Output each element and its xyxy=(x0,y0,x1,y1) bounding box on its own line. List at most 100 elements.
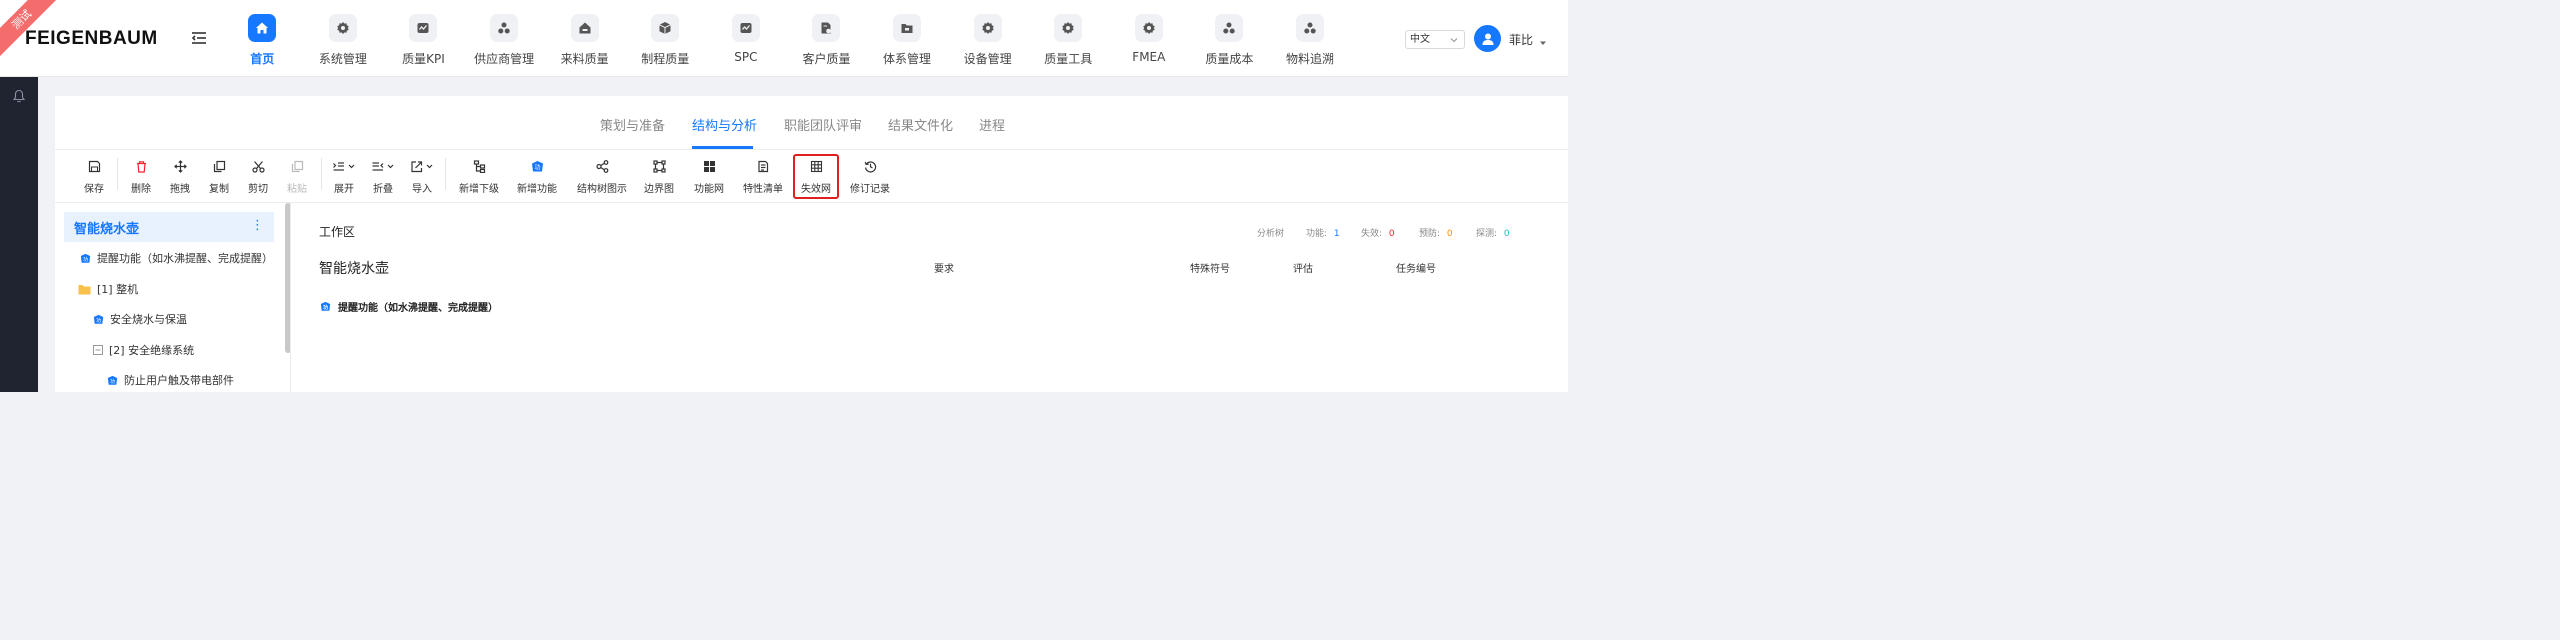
nav-item-equipment[interactable]: 设备管理 xyxy=(947,0,1028,77)
boundary-diagram-label: 边界图 xyxy=(644,184,674,195)
failure-count-value: 0 xyxy=(1388,229,1395,239)
collapse-label: 折叠 xyxy=(373,184,393,195)
expand-button[interactable]: 展开 xyxy=(330,151,358,203)
add-child-label: 新增下级 xyxy=(459,184,499,195)
add-function-button[interactable]: 功 新增功能 xyxy=(513,151,561,203)
more-vertical-icon[interactable]: ⋮ xyxy=(251,218,264,233)
doc-icon xyxy=(812,14,841,42)
username[interactable]: 菲比 xyxy=(1509,31,1533,48)
workspace-row[interactable]: 功 提醒功能（如水沸提醒、完成提醒） xyxy=(320,299,498,314)
gear-icon xyxy=(328,14,357,42)
nav-item-system[interactable]: 系统管理 xyxy=(303,0,384,77)
tab-documentation[interactable]: 结果文件化 xyxy=(888,115,953,134)
tab-structure-analysis[interactable]: 结构与分析 xyxy=(692,115,757,134)
user-icon xyxy=(1482,33,1493,45)
bell-icon[interactable] xyxy=(12,88,26,107)
delete-button[interactable]: 删除 xyxy=(128,151,154,203)
revision-history-button[interactable]: 修订记录 xyxy=(850,151,890,203)
nav-item-spc[interactable]: SPC xyxy=(706,0,787,77)
menu-toggle-icon[interactable] xyxy=(190,29,208,47)
gear-icon xyxy=(973,14,1002,42)
svg-text:功: 功 xyxy=(83,256,88,263)
chevron-down-icon xyxy=(1449,34,1459,51)
tab-team-review[interactable]: 职能团队评审 xyxy=(784,115,862,134)
tree-node[interactable]: [2] 安全绝缘系统 xyxy=(93,340,194,360)
cluster-icon xyxy=(1215,14,1244,42)
function-icon: 功 xyxy=(107,375,118,386)
tree-root-item[interactable]: 智能烧水壶 ⋮ xyxy=(64,212,274,242)
nav-label: 质量KPI xyxy=(402,52,445,66)
boundary-diagram-button[interactable]: 边界图 xyxy=(641,151,677,203)
nav-item-supplier[interactable]: 供应商管理 xyxy=(464,0,545,77)
cut-button[interactable]: 剪切 xyxy=(245,151,271,203)
gear-icon xyxy=(1054,14,1083,42)
tree-node[interactable]: 功 提醒功能（如水沸提醒、完成提醒） xyxy=(80,248,273,268)
paste-button[interactable]: 粘贴 xyxy=(284,151,310,203)
paste-icon xyxy=(291,158,304,174)
copy-button[interactable]: 复制 xyxy=(206,151,232,203)
nav-item-traceability[interactable]: 物料追溯 xyxy=(1270,0,1351,77)
nav-label: 质量成本 xyxy=(1205,52,1254,66)
gear-icon xyxy=(1134,14,1163,42)
expand-icon xyxy=(332,158,356,174)
nav-item-system-mgmt[interactable]: 体系管理 xyxy=(867,0,948,77)
nav-label: 体系管理 xyxy=(883,52,932,66)
tree-root-label: 智能烧水壶 xyxy=(74,222,140,237)
delete-label: 删除 xyxy=(131,184,151,195)
add-function-label: 新增功能 xyxy=(517,184,557,195)
nav-item-quality-tools[interactable]: 质量工具 xyxy=(1028,0,1109,77)
function-icon: 功 xyxy=(320,301,331,312)
caret-down-icon[interactable] xyxy=(1538,33,1548,52)
tree-node[interactable]: 功 防止用户触及带电部件 xyxy=(107,370,234,390)
nav-item-incoming[interactable]: 来料质量 xyxy=(544,0,625,77)
tree-node[interactable]: [1] 整机 xyxy=(78,279,138,299)
save-button[interactable]: 保存 xyxy=(81,151,107,203)
nav-item-quality-kpi[interactable]: 质量KPI xyxy=(383,0,464,77)
function-net-button[interactable]: 功能网 xyxy=(691,151,727,203)
collapse-button[interactable]: 折叠 xyxy=(369,151,397,203)
language-select[interactable]: 中文 xyxy=(1405,30,1465,49)
save-label: 保存 xyxy=(84,184,104,195)
copy-label: 复制 xyxy=(209,184,229,195)
add-child-button[interactable]: 新增下级 xyxy=(455,151,503,203)
brand-logo[interactable]: FEIGENBAUM xyxy=(25,28,158,50)
cluster-icon xyxy=(490,14,519,42)
column-requirement: 要求 xyxy=(934,264,954,275)
function-count: 功能: 1 xyxy=(1306,226,1340,239)
nav-label: 来料质量 xyxy=(560,52,609,66)
characteristics-list-button[interactable]: 特性清单 xyxy=(741,151,785,203)
function-count-value: 1 xyxy=(1333,229,1340,239)
step-tabs: 策划与准备 结构与分析 职能团队评审 结果文件化 进程 xyxy=(55,96,1568,150)
nav-label: 设备管理 xyxy=(963,52,1012,66)
collapse-box-icon[interactable] xyxy=(93,345,103,355)
structure-tree-button[interactable]: 结构树图示 xyxy=(574,151,630,203)
nav-item-quality-cost[interactable]: 质量成本 xyxy=(1189,0,1270,77)
nav-label: 供应商管理 xyxy=(474,52,535,66)
toolbar: 保存 删除 拖拽 复制 剪切 粘贴 展开 折叠 导入 新增下级 功 新增功能 结… xyxy=(55,151,1568,203)
nav-item-home[interactable]: 首页 xyxy=(222,0,303,77)
revision-history-label: 修订记录 xyxy=(850,184,890,195)
expand-label: 展开 xyxy=(334,184,354,195)
analysis-tree-label[interactable]: 分析树 xyxy=(1257,226,1284,239)
column-special-symbol: 特殊符号 xyxy=(1190,264,1230,275)
nav-label: FMEA xyxy=(1132,50,1166,64)
nav-item-fmea[interactable]: FMEA xyxy=(1109,0,1190,77)
nav-item-process[interactable]: 制程质量 xyxy=(625,0,706,77)
cut-label: 剪切 xyxy=(248,184,268,195)
import-label: 导入 xyxy=(412,184,432,195)
structure-tree-label: 结构树图示 xyxy=(577,184,627,195)
tree-node[interactable]: 功 安全烧水与保温 xyxy=(93,309,187,329)
scissors-icon xyxy=(251,158,265,174)
drag-label: 拖拽 xyxy=(170,184,190,195)
drag-button[interactable]: 拖拽 xyxy=(167,151,193,203)
language-value: 中文 xyxy=(1410,34,1430,45)
nav-item-customer[interactable]: 客户质量 xyxy=(786,0,867,77)
import-button[interactable]: 导入 xyxy=(408,151,436,203)
chart-icon xyxy=(409,14,438,42)
trash-icon xyxy=(135,158,148,174)
tab-progress[interactable]: 进程 xyxy=(979,115,1005,134)
tab-planning[interactable]: 策划与准备 xyxy=(600,115,665,134)
failure-count-label: 失效: xyxy=(1361,229,1383,239)
main-nav: 首页 系统管理 质量KPI 供应商管理 来料质量 制程质量 SPC 客户质量 体… xyxy=(222,0,1350,77)
avatar[interactable] xyxy=(1474,25,1501,52)
